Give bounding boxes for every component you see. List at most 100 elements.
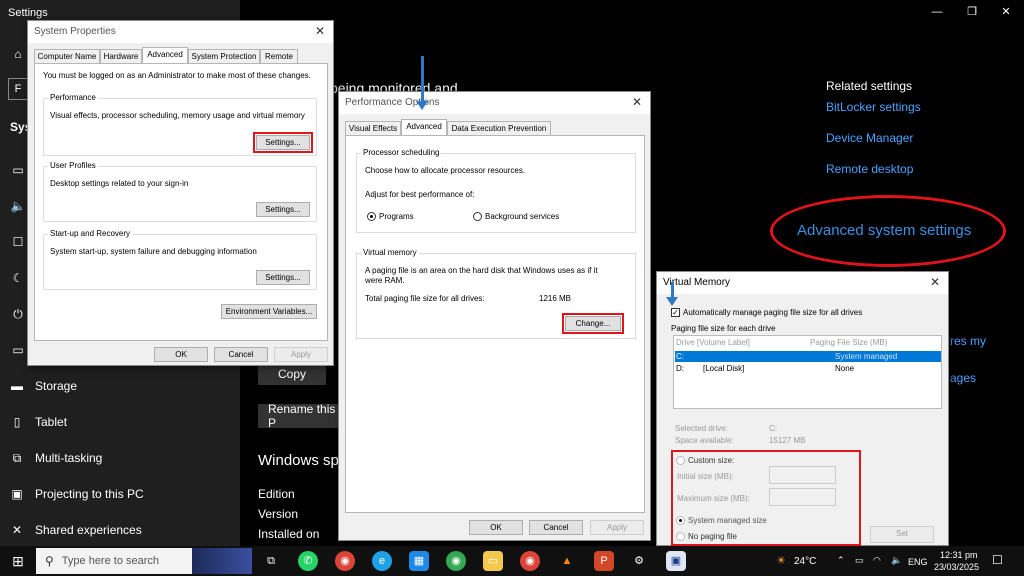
close-icon[interactable]: ✕ (928, 275, 942, 289)
sidebar-item-storage[interactable]: ▬ Storage (8, 377, 77, 395)
weather-temperature[interactable]: 24°C (794, 556, 816, 567)
copy-button[interactable]: Copy (258, 363, 326, 385)
auto-manage-checkbox[interactable]: ✓ (671, 308, 680, 317)
drive-list[interactable]: Drive [Volume Label] Paging File Size (M… (673, 335, 942, 409)
device-manager-link[interactable]: Device Manager (826, 131, 913, 145)
arrow-down-icon (416, 56, 428, 110)
sidebar-item-multitasking[interactable]: ⧉ Multi-tasking (8, 449, 103, 467)
volume-icon[interactable]: 🔈 (891, 555, 902, 566)
highlight-box (671, 450, 861, 546)
sidebar-item-label: Tablet (35, 415, 68, 429)
tab-data-execution-prevention[interactable]: Data Execution Prevention (447, 121, 551, 135)
wifi-icon[interactable]: ◠ (873, 555, 881, 566)
close-icon[interactable]: ✕ (630, 95, 644, 109)
total-paging-value: 1216 MB (539, 294, 572, 303)
tab-visual-effects[interactable]: Visual Effects (345, 121, 401, 135)
storage-icon: ▬ (11, 379, 23, 393)
group-label: Processor scheduling (361, 148, 442, 157)
chrome-icon[interactable]: ◉ (520, 551, 540, 571)
performance-description: Visual effects, processor scheduling, me… (50, 111, 305, 120)
partial-link-1[interactable]: res my (950, 334, 986, 348)
notifications-icon[interactable]: ☐ (10, 234, 26, 250)
choose-text: Choose how to allocate processor resourc… (365, 166, 526, 175)
user-profiles-settings-button[interactable]: Settings... (256, 202, 310, 217)
taskbar-search-input[interactable]: ⚲ Type here to search (36, 548, 252, 574)
vm-description-line1: A paging file is an area on the hard dis… (365, 266, 598, 275)
paging-each-drive-label: Paging file size for each drive (671, 324, 776, 333)
task-view-icon[interactable]: ⧉ (261, 551, 281, 571)
sidebar-item-tablet[interactable]: ▯ Tablet (8, 413, 67, 431)
powerpoint-icon[interactable]: P (594, 551, 614, 571)
tab-advanced[interactable]: Advanced (142, 47, 188, 63)
chrome-icon[interactable]: ◉ (446, 551, 466, 571)
display-icon[interactable]: ▭ (10, 162, 26, 178)
space-available-value: 15127 MB (769, 436, 806, 445)
cancel-button[interactable]: Cancel (214, 347, 268, 362)
power-icon[interactable]: ⏻ (10, 306, 26, 322)
close-icon[interactable]: ✕ (996, 4, 1016, 20)
home-icon[interactable]: ⌂ (10, 46, 26, 62)
store-icon[interactable]: ▦ (409, 551, 429, 571)
system-properties-icon[interactable]: ▣ (666, 551, 686, 571)
settings-gear-icon[interactable]: ⚙ (629, 551, 649, 571)
drive-size: None (835, 364, 855, 373)
edge-icon[interactable]: e (372, 551, 392, 571)
sound-icon[interactable]: 🔈 (10, 198, 26, 214)
ok-button[interactable]: OK (154, 347, 208, 362)
drive-size: System managed (835, 352, 898, 361)
edition-label: Edition (258, 487, 295, 501)
maximize-icon[interactable]: ❐ (962, 4, 982, 20)
file-explorer-icon[interactable]: ▭ (483, 551, 503, 571)
sidebar-item-shared[interactable]: ✕ Shared experiences (8, 521, 142, 539)
vm-description-line2: were RAM. (365, 276, 405, 285)
tab-computer-name[interactable]: Computer Name (34, 49, 100, 63)
apply-button[interactable]: Apply (274, 347, 328, 362)
chrome-icon[interactable]: ◉ (335, 551, 355, 571)
list-item[interactable]: C: System managed (675, 351, 941, 362)
dialog-title: System Properties (28, 21, 333, 43)
battery-icon[interactable]: ▭ (10, 342, 26, 358)
bitlocker-link[interactable]: BitLocker settings (826, 100, 921, 114)
tab-advanced[interactable]: Advanced (401, 119, 447, 135)
rename-pc-button[interactable]: Rename this P (258, 402, 340, 430)
notifications-icon[interactable]: ☐ (992, 553, 1003, 567)
tab-remote[interactable]: Remote (260, 49, 298, 63)
startup-settings-button[interactable]: Settings... (256, 270, 310, 285)
tab-hardware[interactable]: Hardware (100, 49, 142, 63)
partial-link-2[interactable]: ages (950, 371, 976, 385)
close-icon[interactable]: ✕ (313, 24, 327, 38)
tab-system-protection[interactable]: System Protection (188, 49, 260, 63)
sidebar-item-projecting[interactable]: ▣ Projecting to this PC (8, 485, 143, 503)
auto-manage-label: Automatically manage paging file size fo… (683, 308, 863, 317)
chevron-up-icon[interactable]: ⌃ (837, 555, 845, 566)
virtual-memory-dialog: Virtual Memory ✕ ✓ Automatically manage … (656, 271, 949, 546)
tablet-icon: ▯ (13, 415, 21, 429)
programs-radio[interactable] (367, 212, 376, 221)
apply-button[interactable]: Apply (590, 520, 644, 535)
clock-time[interactable]: 12:31 pm (940, 550, 978, 560)
windows-start-icon[interactable]: ⊞ (10, 553, 26, 569)
remote-desktop-link[interactable]: Remote desktop (826, 162, 913, 176)
clock-date[interactable]: 23/03/2025 (934, 562, 979, 572)
whatsapp-icon[interactable]: ✆ (298, 551, 318, 571)
set-button[interactable]: Set (870, 526, 934, 543)
sidebar-item-label: Shared experiences (35, 523, 142, 537)
focus-assist-icon[interactable]: ☾ (10, 270, 26, 286)
environment-variables-button[interactable]: Environment Variables... (221, 304, 317, 319)
adjust-text: Adjust for best performance of: (365, 190, 475, 199)
virtual-memory-group: Virtual memory A paging file is an area … (356, 248, 636, 339)
cancel-button[interactable]: Cancel (529, 520, 583, 535)
background-services-radio[interactable] (473, 212, 482, 221)
vlc-icon[interactable]: ▲ (557, 551, 577, 571)
taskbar: ⊞ ⚲ Type here to search ⧉ ✆ ◉ e ▦ ◉ ▭ ◉ … (0, 546, 1024, 576)
ok-button[interactable]: OK (469, 520, 523, 535)
group-label: Start-up and Recovery (48, 229, 133, 238)
minimize-icon[interactable]: — (927, 4, 947, 20)
user-profiles-description: Desktop settings related to your sign-in (50, 179, 189, 188)
weather-icon[interactable]: ☀ (771, 551, 791, 571)
list-item[interactable]: D: [Local Disk] None (675, 363, 941, 374)
find-setting-input[interactable]: F (8, 78, 28, 100)
network-icon[interactable]: ▭ (855, 555, 864, 566)
language-indicator[interactable]: ENG (908, 557, 928, 567)
system-properties-dialog: System Properties ✕ Computer Name Hardwa… (27, 20, 334, 366)
